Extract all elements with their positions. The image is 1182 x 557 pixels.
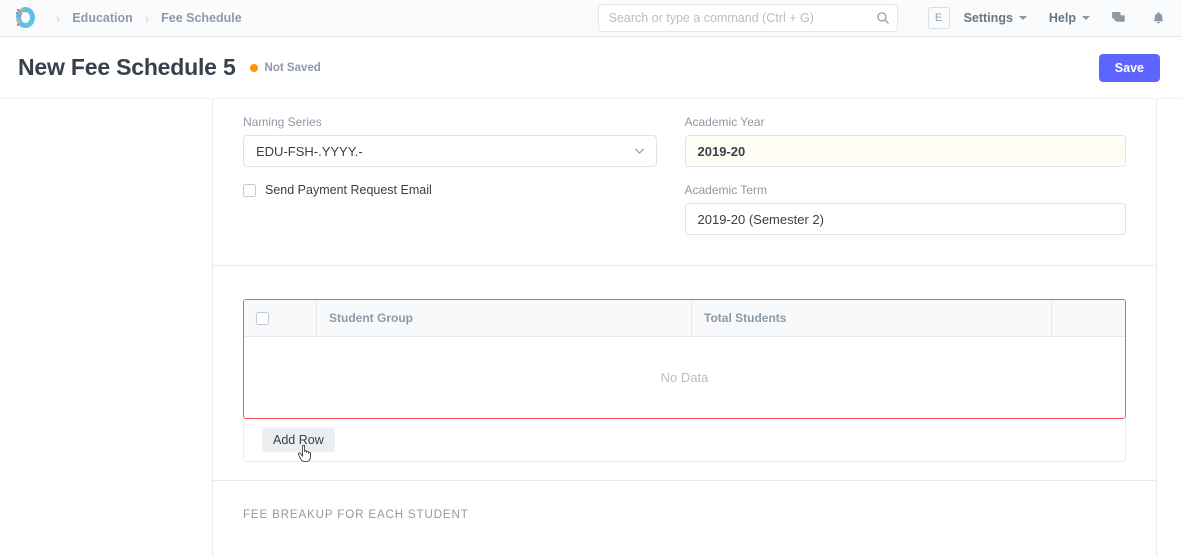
bell-icon[interactable]	[1151, 11, 1166, 26]
grid-footer: Add Row	[243, 419, 1126, 462]
page-header: New Fee Schedule 5 Not Saved Save	[0, 37, 1182, 99]
grid-column-actions	[1052, 300, 1125, 336]
send-payment-request-email-label: Send Payment Request Email	[265, 183, 432, 197]
content-gutter	[1157, 99, 1182, 557]
breadcrumb: › Education › Fee Schedule	[46, 11, 244, 25]
naming-series-value: EDU-FSH-.YYYY.-	[256, 143, 363, 159]
search-input[interactable]	[597, 4, 898, 32]
breadcrumb-separator: ›	[56, 10, 61, 26]
frappe-logo[interactable]	[12, 5, 38, 31]
grid-select-all-checkbox[interactable]	[256, 311, 269, 325]
send-payment-request-email-checkbox[interactable]	[243, 183, 256, 197]
page-title: New Fee Schedule 5	[18, 54, 236, 80]
grid-column-student-group[interactable]: Student Group	[317, 300, 692, 336]
naming-series-label: Naming Series	[243, 115, 322, 129]
save-button[interactable]: Save	[1098, 53, 1160, 82]
help-menu[interactable]: Help	[1049, 11, 1090, 25]
grid-empty-state: No Data	[660, 370, 709, 385]
fee-breakup-section: FEE BREAKUP FOR EACH STUDENT	[213, 481, 1156, 521]
naming-series-field: Naming Series EDU-FSH-.YYYY.-	[243, 115, 657, 167]
academic-year-field: Academic Year 2019-20	[684, 115, 1126, 167]
academic-year-value: 2019-20	[697, 143, 746, 159]
student-groups-section: Student Group Total Students No Data Add…	[213, 266, 1156, 462]
naming-series-select[interactable]: EDU-FSH-.YYYY.-	[243, 135, 657, 167]
settings-label: Settings	[963, 11, 1013, 25]
grid-column-total-students[interactable]: Total Students	[692, 300, 1052, 336]
breadcrumb-item-fee-schedule[interactable]: Fee Schedule	[159, 11, 244, 25]
form-column-right: Academic Year 2019-20 Academic Term 2019…	[684, 115, 1126, 251]
fee-breakup-heading: FEE BREAKUP FOR EACH STUDENT	[243, 509, 469, 521]
form-card: Naming Series EDU-FSH-.YYYY.- Send Payme…	[213, 99, 1157, 557]
academic-year-label: Academic Year	[684, 115, 765, 129]
navbar: › Education › Fee Schedule E Settings He…	[0, 0, 1182, 37]
chevron-down-icon	[633, 145, 646, 158]
form-column-left: Naming Series EDU-FSH-.YYYY.- Send Payme…	[243, 115, 685, 251]
form-section-details: Naming Series EDU-FSH-.YYYY.- Send Payme…	[213, 99, 1156, 266]
academic-term-value: 2019-20 (Semester 2)	[697, 211, 824, 227]
form-row: Naming Series EDU-FSH-.YYYY.- Send Payme…	[243, 115, 1126, 251]
status-badge[interactable]: Not Saved	[249, 61, 321, 74]
content-wrapper: Naming Series EDU-FSH-.YYYY.- Send Payme…	[213, 99, 1182, 557]
status-label: Not Saved	[264, 61, 321, 74]
academic-year-input[interactable]: 2019-20	[684, 135, 1126, 167]
search-icon[interactable]	[876, 11, 890, 25]
search-box[interactable]	[597, 4, 898, 32]
breadcrumb-separator: ›	[144, 10, 150, 26]
page-body: Naming Series EDU-FSH-.YYYY.- Send Payme…	[0, 99, 1182, 557]
student-groups-grid: Student Group Total Students No Data	[243, 299, 1126, 419]
grid-select-all-cell[interactable]	[244, 300, 317, 336]
sidebar	[0, 99, 213, 557]
grid-header-row: Student Group Total Students	[244, 300, 1125, 337]
chevron-down-icon	[1018, 16, 1027, 20]
academic-term-field: Academic Term 2019-20 (Semester 2)	[684, 183, 1126, 235]
academic-term-label: Academic Term	[684, 183, 767, 197]
avatar[interactable]: E	[927, 7, 950, 29]
navbar-right: E Settings Help	[597, 4, 1166, 32]
chevron-down-icon	[1082, 16, 1090, 20]
chat-icon[interactable]	[1112, 11, 1129, 26]
send-payment-request-email-checkbox-row[interactable]: Send Payment Request Email	[243, 183, 657, 197]
breadcrumb-item-education[interactable]: Education	[70, 11, 134, 25]
status-dot	[249, 63, 258, 72]
help-label: Help	[1048, 11, 1076, 25]
academic-term-input[interactable]: 2019-20 (Semester 2)	[684, 203, 1126, 235]
add-row-button[interactable]: Add Row	[262, 428, 335, 452]
settings-menu[interactable]: Settings	[964, 11, 1027, 25]
